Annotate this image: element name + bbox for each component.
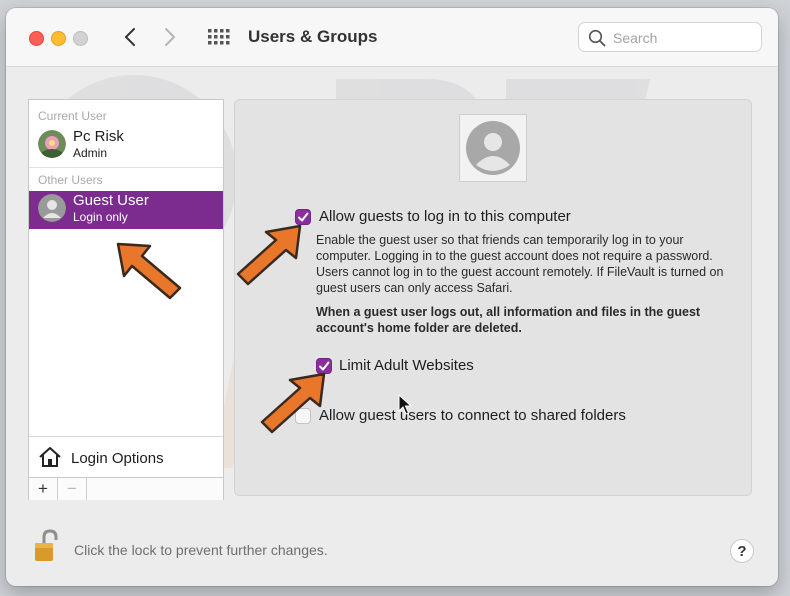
- limit-adult-label[interactable]: Limit Adult Websites: [339, 357, 474, 374]
- search-input[interactable]: [611, 28, 755, 48]
- remove-user-button[interactable]: −: [58, 478, 87, 500]
- grid-icon: [208, 29, 230, 45]
- arrow-annotation-icon: [116, 242, 182, 300]
- help-button[interactable]: ?: [730, 539, 754, 563]
- login-options-label: Login Options: [71, 450, 164, 467]
- close-window-button[interactable]: [29, 31, 44, 46]
- divider: [29, 167, 223, 168]
- search-field[interactable]: [578, 22, 762, 52]
- guest-user-role: Login only: [73, 210, 128, 224]
- current-user-role: Admin: [73, 146, 108, 160]
- guest-user-name: Guest User: [73, 192, 149, 209]
- zoom-window-button[interactable]: [73, 31, 88, 46]
- current-user-name: Pc Risk: [73, 128, 124, 145]
- other-users-section-label: Other Users: [38, 173, 103, 187]
- window-title: Users & Groups: [248, 27, 378, 46]
- user-picture-icon: [466, 121, 520, 175]
- current-user-section-label: Current User: [38, 109, 107, 123]
- unlocked-padlock-icon[interactable]: [32, 528, 62, 564]
- arrow-annotation-icon: [260, 372, 326, 434]
- minimize-window-button[interactable]: [51, 31, 66, 46]
- titlebar: Users & Groups: [6, 8, 778, 67]
- search-icon: [588, 29, 606, 47]
- forward-button[interactable]: [158, 25, 182, 49]
- allow-guests-label[interactable]: Allow guests to log in to this computer: [319, 208, 571, 225]
- lock-message: Click the lock to prevent further change…: [74, 542, 328, 558]
- back-button[interactable]: [118, 25, 142, 49]
- add-user-button[interactable]: +: [29, 478, 58, 500]
- chevron-right-icon: [165, 28, 175, 46]
- mouse-pointer-icon: [398, 394, 412, 415]
- home-icon: [39, 447, 61, 467]
- flower-avatar-icon: [38, 130, 66, 158]
- user-silhouette-icon: [38, 194, 66, 222]
- chevron-left-icon: [125, 28, 135, 46]
- guest-description: Enable the guest user so that friends ca…: [316, 233, 724, 295]
- guest-warning: When a guest user logs out, all informat…: [316, 305, 701, 335]
- user-row-pc-risk[interactable]: Pc Risk Admin: [29, 127, 223, 165]
- show-all-button[interactable]: [206, 27, 230, 47]
- add-remove-bar: + −: [29, 477, 223, 500]
- shared-folders-label[interactable]: Allow guest users to connect to shared f…: [319, 407, 626, 424]
- users-groups-window: Users & Groups risk.com Current User: [6, 8, 778, 586]
- user-picture-well[interactable]: [459, 114, 527, 182]
- login-options-item[interactable]: Login Options: [29, 436, 223, 477]
- user-row-guest[interactable]: Guest User Login only: [29, 191, 223, 229]
- arrow-annotation-icon: [236, 224, 302, 286]
